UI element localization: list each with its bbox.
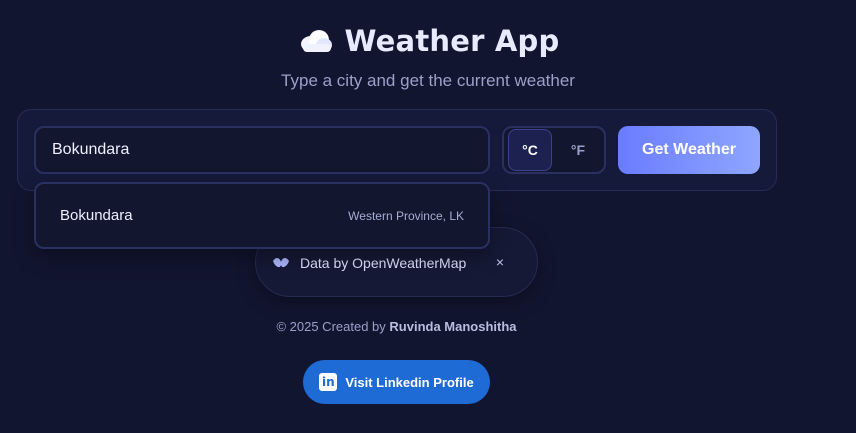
author-name: Ruvinda Manoshitha	[389, 319, 517, 334]
copyright-text: © 2025 Created by Ruvinda Manoshitha	[0, 319, 793, 334]
celsius-unit-button[interactable]: °C	[508, 129, 552, 171]
linkedin-profile-button[interactable]: in Visit Linkedin Profile	[303, 360, 490, 404]
unit-toggle: °C °F	[502, 126, 606, 174]
page-title: Weather App	[344, 24, 560, 58]
city-search-input[interactable]	[34, 126, 490, 174]
suggestion-dropdown: Bokundara Western Province, LK	[34, 182, 490, 249]
get-weather-button[interactable]: Get Weather	[618, 126, 760, 174]
suggestion-item[interactable]: Bokundara Western Province, LK	[36, 184, 488, 247]
page-subtitle: Type a city and get the current weather	[281, 71, 575, 90]
close-icon[interactable]: ×	[493, 254, 507, 270]
copyright-prefix: © 2025 Created by	[276, 319, 386, 334]
fahrenheit-unit-button[interactable]: °F	[556, 129, 600, 171]
linkedin-icon: in	[319, 373, 338, 391]
suggestion-region: Western Province, LK	[348, 208, 464, 223]
weather-bird-icon	[272, 256, 290, 270]
cloud-icon	[297, 28, 333, 54]
weather-app-page: Weather App Type a city and get the curr…	[0, 0, 856, 433]
linkedin-button-label: Visit Linkedin Profile	[345, 374, 474, 390]
credit-row: Data by OpenWeatherMap	[272, 252, 522, 274]
suggestion-city-name: Bokundara	[60, 207, 133, 224]
header: Weather App	[0, 24, 856, 58]
data-credit-text: Data by OpenWeatherMap	[300, 255, 467, 271]
